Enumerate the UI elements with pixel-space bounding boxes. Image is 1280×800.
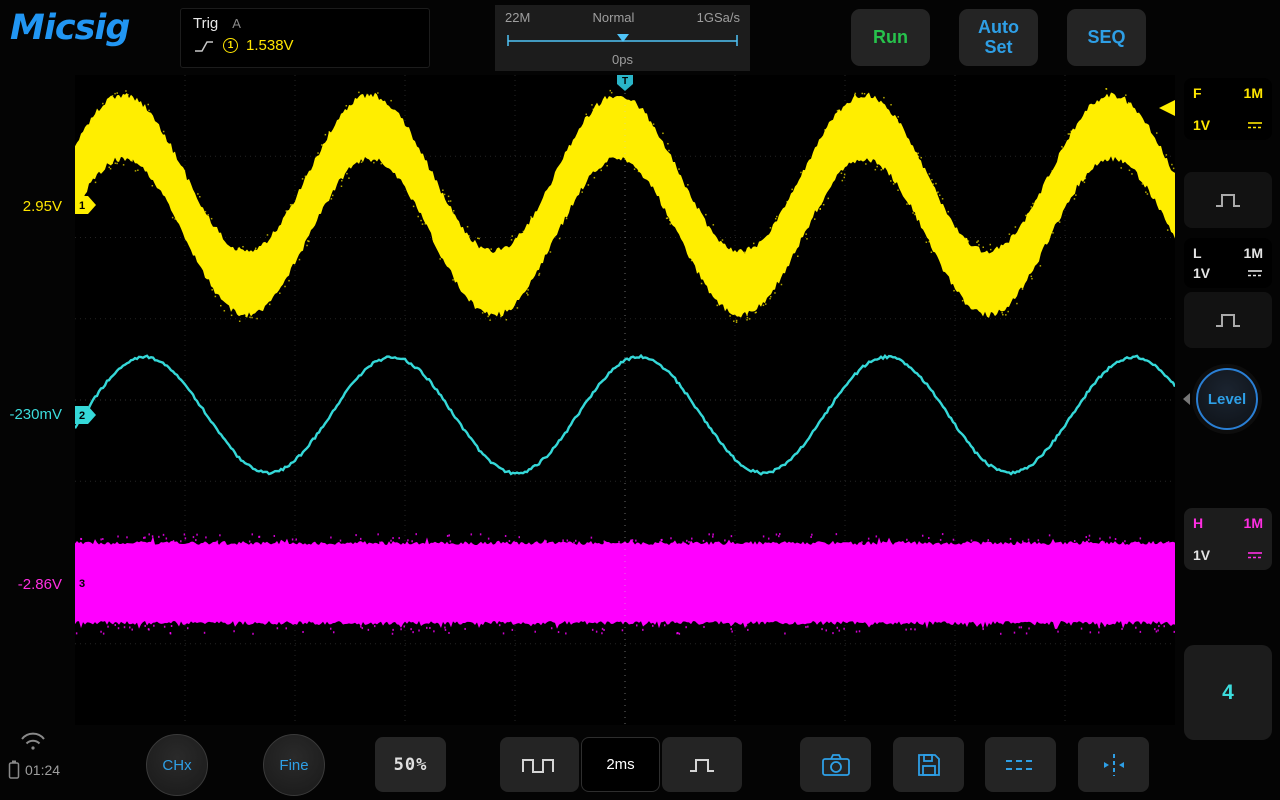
- floppy-save-icon: [916, 752, 942, 778]
- timebase-button[interactable]: 2ms: [581, 737, 660, 792]
- ch2-level-label: -230mV: [0, 406, 62, 423]
- acquisition-panel[interactable]: 22M Normal 1GSa/s 0ps: [495, 5, 750, 71]
- pulse-icon: [687, 755, 717, 775]
- trigger-channel: A: [232, 16, 241, 31]
- trigger-source-badge: 1: [223, 38, 238, 53]
- square-wave-button[interactable]: [500, 737, 579, 792]
- svg-text:3: 3: [79, 578, 85, 590]
- vertical-cursor-icon: [1101, 752, 1127, 778]
- pulse-icon: [1213, 190, 1243, 210]
- autoset-button[interactable]: Auto Set: [959, 9, 1038, 66]
- ch3-scale: 1V: [1193, 547, 1210, 563]
- trigger-type-button-1[interactable]: [1184, 172, 1272, 228]
- trigger-label: Trig: [193, 15, 218, 32]
- trigger-level-knob[interactable]: Level: [1196, 368, 1258, 430]
- horizontal-position-slider[interactable]: [505, 32, 740, 46]
- camera-icon: [821, 753, 851, 777]
- ch1-bandwidth: 1M: [1244, 85, 1263, 101]
- ch1-scale: 1V: [1193, 117, 1210, 133]
- trigger-position-percent-button[interactable]: 50%: [375, 737, 446, 792]
- waveform-display[interactable]: 1 2 3 T: [75, 75, 1175, 725]
- ch1-level-label: 2.95V: [0, 198, 62, 215]
- acquire-mode: Normal: [593, 10, 635, 25]
- ch2-bandwidth: 1M: [1244, 245, 1263, 261]
- pulse-icon: [1213, 310, 1243, 330]
- channel2-settings-box[interactable]: L 1M 1V: [1184, 238, 1272, 288]
- svg-text:2: 2: [79, 410, 85, 422]
- cursors-button[interactable]: [1078, 737, 1149, 792]
- screenshot-button[interactable]: [800, 737, 871, 792]
- channel-select-button[interactable]: CHx: [146, 734, 208, 796]
- ch3-bandwidth: 1M: [1244, 515, 1263, 531]
- ch2-coupling-label: L: [1193, 245, 1202, 261]
- dc-coupling-icon: [1247, 268, 1263, 278]
- trigger-type-button-2[interactable]: [1184, 292, 1272, 348]
- svg-text:T: T: [622, 76, 628, 87]
- run-button[interactable]: Run: [851, 9, 930, 66]
- trigger-info-panel[interactable]: Trig A 1 1.538V: [180, 8, 430, 68]
- sample-rate: 1GSa/s: [697, 10, 740, 25]
- fine-adjust-button[interactable]: Fine: [263, 734, 325, 796]
- waveform-canvas: 1 2 3 T: [75, 75, 1175, 725]
- clock-time: 01:24: [25, 762, 60, 778]
- status-area: 01:24: [8, 760, 60, 780]
- wifi-icon: [20, 731, 46, 751]
- reference-lines-button[interactable]: [985, 737, 1056, 792]
- ch1-coupling-label: F: [1193, 85, 1202, 101]
- square-wave-icon: [520, 754, 560, 776]
- ch3-level-label: -2.86V: [0, 576, 62, 593]
- dc-coupling-icon: [1247, 120, 1263, 130]
- dashed-lines-icon: [1004, 756, 1038, 774]
- pulse-wave-button[interactable]: [662, 737, 742, 792]
- battery-icon: [8, 760, 20, 780]
- channel1-settings-box[interactable]: F 1M 1V: [1184, 78, 1272, 140]
- ch3-coupling-label: H: [1193, 515, 1203, 531]
- horizontal-position-value: 0ps: [505, 52, 740, 67]
- dc-coupling-icon: [1247, 550, 1263, 560]
- save-button[interactable]: [893, 737, 964, 792]
- memory-depth: 22M: [505, 10, 530, 25]
- trigger-level-value: 1.538V: [246, 37, 294, 54]
- oscilloscope-app: Micsig Trig A 1 1.538V 22M Normal 1GSa/s: [0, 0, 1280, 800]
- rising-edge-icon: [193, 38, 215, 54]
- brand-logo: Micsig: [10, 8, 129, 48]
- channel4-button[interactable]: 4: [1184, 645, 1272, 740]
- seq-button[interactable]: SEQ: [1067, 9, 1146, 66]
- level-collapse-arrow-icon[interactable]: [1182, 392, 1191, 406]
- ch2-scale: 1V: [1193, 265, 1210, 281]
- svg-text:1: 1: [79, 200, 85, 212]
- channel3-settings-box[interactable]: H 1M 1V: [1184, 508, 1272, 570]
